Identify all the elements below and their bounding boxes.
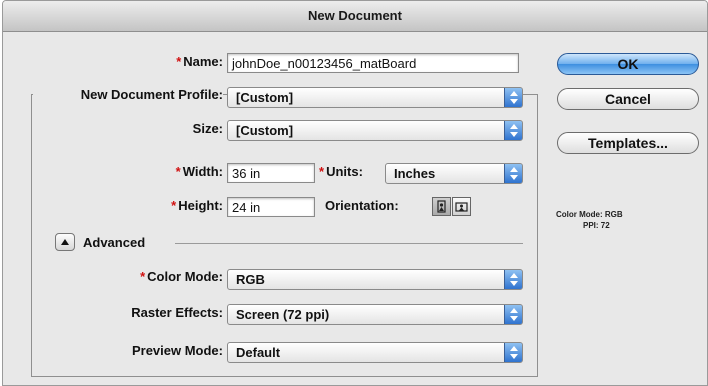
orientation-label: Orientation:: [325, 198, 399, 213]
name-input[interactable]: johnDoe_n00123456_matBoard: [227, 53, 519, 73]
preview-mode-label: Preview Mode:: [131, 343, 223, 358]
color-mode-select-value: RGB: [236, 272, 265, 287]
updown-arrows-icon: [504, 270, 522, 289]
height-label: Height:: [178, 198, 223, 213]
height-input[interactable]: 24 in: [227, 197, 315, 217]
name-label: Name:: [183, 54, 223, 69]
preview-mode-select-value: Default: [236, 345, 281, 360]
disclosure-triangle-icon[interactable]: [55, 233, 75, 251]
updown-arrows-icon: [504, 121, 522, 140]
size-label: Size:: [192, 121, 223, 136]
updown-arrows-icon: [504, 88, 522, 107]
width-input[interactable]: 36 in: [227, 163, 315, 183]
required-star: *: [140, 269, 146, 284]
required-star: *: [175, 164, 181, 179]
raster-effects-select-value: Screen (72 ppi): [236, 307, 330, 322]
portrait-orientation-icon[interactable]: [432, 197, 451, 216]
width-label-row: * Width:: [103, 164, 223, 179]
templates-button[interactable]: Templates...: [557, 132, 699, 154]
landscape-orientation-icon[interactable]: [452, 197, 471, 216]
advanced-divider: [175, 243, 523, 244]
color-mode-select[interactable]: RGB: [227, 269, 523, 290]
required-star: *: [319, 164, 325, 179]
units-label: Units:: [326, 164, 363, 179]
required-star: *: [171, 198, 177, 213]
advanced-label: Advanced: [83, 235, 146, 250]
color-mode-label: Color Mode:: [147, 269, 223, 284]
window-title: New Document: [3, 1, 707, 32]
updown-arrows-icon: [504, 305, 522, 324]
ppi-info: PPI: 72: [583, 221, 610, 230]
new-document-dialog: New Document * Name: johnDoe_n00123456_ma…: [2, 0, 708, 386]
height-label-row: * Height:: [103, 198, 223, 213]
size-select-value: [Custom]: [236, 123, 294, 138]
raster-effects-label: Raster Effects:: [131, 305, 223, 320]
profile-select[interactable]: [Custom]: [227, 87, 523, 108]
profile-label: New Document Profile:: [33, 87, 223, 102]
color-mode-label-row: * Color Mode:: [93, 269, 223, 284]
preview-mode-select[interactable]: Default: [227, 342, 523, 363]
cancel-button[interactable]: Cancel: [557, 88, 699, 110]
required-star: *: [176, 54, 182, 69]
size-select[interactable]: [Custom]: [227, 120, 523, 141]
ok-button[interactable]: OK: [557, 53, 699, 75]
units-label-row: * Units:: [319, 164, 379, 179]
name-label-row: * Name:: [93, 54, 223, 69]
color-mode-info: Color Mode: RGB: [556, 210, 623, 219]
units-select[interactable]: Inches: [385, 163, 523, 184]
width-label: Width:: [182, 164, 223, 179]
units-select-value: Inches: [394, 166, 436, 181]
updown-arrows-icon: [504, 164, 522, 183]
raster-effects-select[interactable]: Screen (72 ppi): [227, 304, 523, 325]
updown-arrows-icon: [504, 343, 522, 362]
profile-select-value: [Custom]: [236, 90, 294, 105]
